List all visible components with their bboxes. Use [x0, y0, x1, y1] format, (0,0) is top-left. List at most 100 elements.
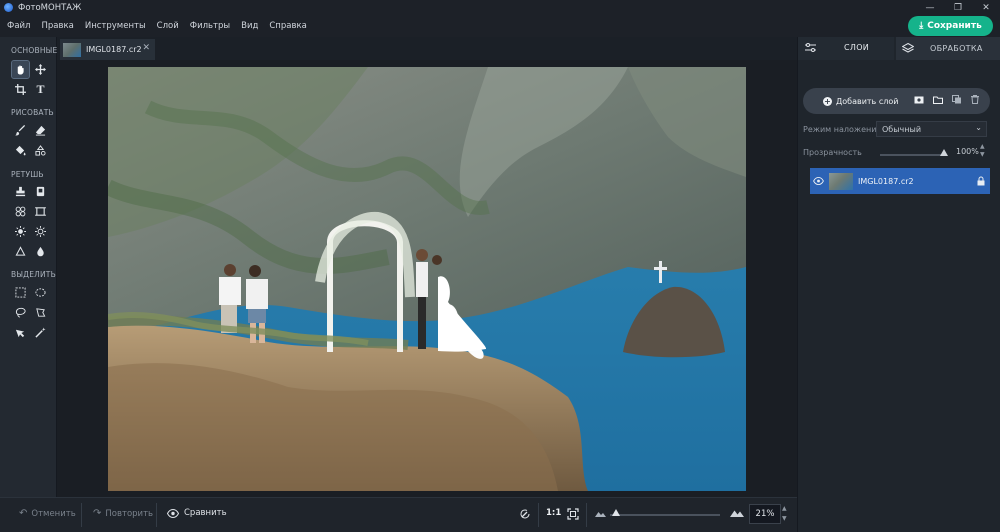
- blend-mode-select[interactable]: Обычный ⌄: [876, 121, 987, 137]
- ellipse-select-icon: [35, 288, 46, 297]
- stamp-tool[interactable]: [12, 183, 29, 200]
- clone-tool[interactable]: [12, 203, 29, 220]
- chevron-down-icon[interactable]: ▼: [980, 151, 985, 159]
- close-window-button[interactable]: ✕: [972, 0, 1000, 15]
- brush-tool[interactable]: [12, 122, 29, 139]
- move-icon: [35, 64, 46, 75]
- app-title: ФотоМОНТАЖ: [18, 2, 82, 13]
- menu-view[interactable]: Вид: [241, 21, 258, 31]
- patch-tool[interactable]: [32, 183, 49, 200]
- move-tool[interactable]: [32, 61, 49, 78]
- text-tool[interactable]: T: [32, 81, 49, 98]
- hand-icon: [17, 65, 24, 75]
- opacity-slider-track[interactable]: [880, 154, 944, 156]
- undo-button[interactable]: ↶ Отменить: [19, 508, 76, 519]
- window-controls: — ❐ ✕: [916, 0, 1000, 15]
- fit-screen-button[interactable]: [567, 508, 579, 520]
- frame-tool[interactable]: [32, 203, 49, 220]
- section-draw-label: РИСОВАТЬ: [11, 108, 54, 117]
- duplicate-icon: [952, 95, 962, 104]
- chevron-up-icon[interactable]: ▲: [980, 143, 985, 151]
- document-tab[interactable]: IMGL0187.cr2 ✕: [60, 39, 155, 60]
- lock-icon[interactable]: [977, 176, 985, 186]
- maximize-button[interactable]: ❐: [944, 0, 972, 15]
- crop-tool[interactable]: [12, 81, 29, 98]
- duplicate-layer-button[interactable]: [952, 95, 962, 107]
- document-tab-strip: IMGL0187.cr2 ✕: [57, 37, 797, 60]
- document-thumbnail: [63, 42, 81, 57]
- fill-icon: [15, 145, 26, 156]
- photo-image: [108, 67, 746, 491]
- opacity-stepper[interactable]: ▲ ▼: [980, 143, 985, 159]
- section-select-label: ВЫДЕЛИТЬ: [11, 270, 56, 279]
- magic-select-tool[interactable]: [12, 324, 29, 341]
- clone-icon: [15, 206, 26, 217]
- chevron-up-icon[interactable]: ▲: [782, 504, 787, 514]
- sharpen-tool[interactable]: [12, 243, 29, 260]
- tab-layers[interactable]: СЛОИ: [798, 37, 894, 60]
- photo-canvas[interactable]: [108, 67, 746, 491]
- menu-edit[interactable]: Правка: [41, 21, 73, 31]
- zoom-stepper[interactable]: ▲ ▼: [782, 504, 787, 524]
- save-button[interactable]: ⤓ Сохранить: [908, 16, 993, 36]
- minimize-button[interactable]: —: [916, 0, 944, 15]
- opacity-label: Прозрачность: [803, 148, 862, 157]
- magic-wand-tool[interactable]: [32, 324, 49, 341]
- polygon-lasso-icon: [36, 308, 46, 317]
- crop-icon: [15, 84, 26, 95]
- lasso-tool[interactable]: [12, 304, 29, 321]
- zoom-value-field[interactable]: 21%: [749, 504, 781, 524]
- add-photo-layer-button[interactable]: [914, 96, 924, 107]
- rect-select-tool[interactable]: [12, 284, 29, 301]
- polygon-lasso-tool[interactable]: [32, 304, 49, 321]
- mountain-small-icon: [595, 512, 606, 517]
- darken-icon: [35, 226, 46, 237]
- hand-tool[interactable]: [11, 60, 30, 79]
- blur-icon: [37, 246, 44, 257]
- lasso-icon: [15, 307, 26, 318]
- close-tab-icon[interactable]: ✕: [142, 43, 150, 53]
- auto-enhance-button[interactable]: [519, 508, 531, 520]
- tab-processing[interactable]: ОБРАБОТКА: [896, 37, 1000, 60]
- menu-tools[interactable]: Инструменты: [85, 21, 146, 31]
- compare-button[interactable]: Сравнить: [167, 508, 227, 518]
- ellipse-select-tool[interactable]: [32, 284, 49, 301]
- eraser-tool[interactable]: [32, 122, 49, 139]
- add-layer-button[interactable]: Добавить слой: [836, 97, 898, 106]
- stamp-icon: [15, 186, 26, 197]
- menu-filters[interactable]: Фильтры: [190, 21, 230, 31]
- zoom-slider-track[interactable]: [610, 514, 720, 516]
- menu-help[interactable]: Справка: [269, 21, 306, 31]
- blur-tool[interactable]: [32, 243, 49, 260]
- section-basic-label: ОСНОВНЫЕ: [11, 46, 58, 55]
- opacity-slider-handle[interactable]: [940, 149, 948, 156]
- fill-tool[interactable]: [12, 142, 29, 159]
- brush-icon: [15, 125, 26, 136]
- menu-file[interactable]: Файл: [7, 21, 30, 31]
- layer-item[interactable]: IMGL0187.cr2: [810, 168, 990, 194]
- blend-mode-label: Режим наложения:: [803, 125, 884, 134]
- undo-label: Отменить: [31, 508, 76, 519]
- zoom-in-icon[interactable]: [730, 508, 744, 517]
- shapes-icon: [35, 145, 46, 156]
- zoom-slider-handle[interactable]: [611, 509, 620, 516]
- eye-icon: [167, 508, 179, 518]
- redo-button[interactable]: ↷ Повторить: [93, 508, 153, 519]
- section-retouch-label: РЕТУШЬ: [11, 170, 44, 179]
- chevron-down-icon[interactable]: ▼: [782, 514, 787, 524]
- delete-layer-button[interactable]: [971, 95, 980, 107]
- divider: [538, 503, 539, 527]
- zoom-out-icon[interactable]: [595, 510, 606, 517]
- visibility-eye-icon[interactable]: [813, 177, 824, 185]
- lighten-tool[interactable]: [12, 223, 29, 240]
- shapes-tool[interactable]: [32, 142, 49, 159]
- menu-bar: Файл Правка Инструменты Слой Фильтры Вид…: [0, 15, 1000, 37]
- menu-layer[interactable]: Слой: [157, 21, 179, 31]
- canvas-area[interactable]: [57, 60, 797, 497]
- sliders-icon: [805, 42, 816, 52]
- actual-size-button[interactable]: 1:1: [546, 508, 561, 518]
- magic-wand-icon: [35, 327, 46, 338]
- darken-tool[interactable]: [32, 223, 49, 240]
- add-folder-button[interactable]: [933, 96, 944, 107]
- text-icon: T: [36, 82, 45, 96]
